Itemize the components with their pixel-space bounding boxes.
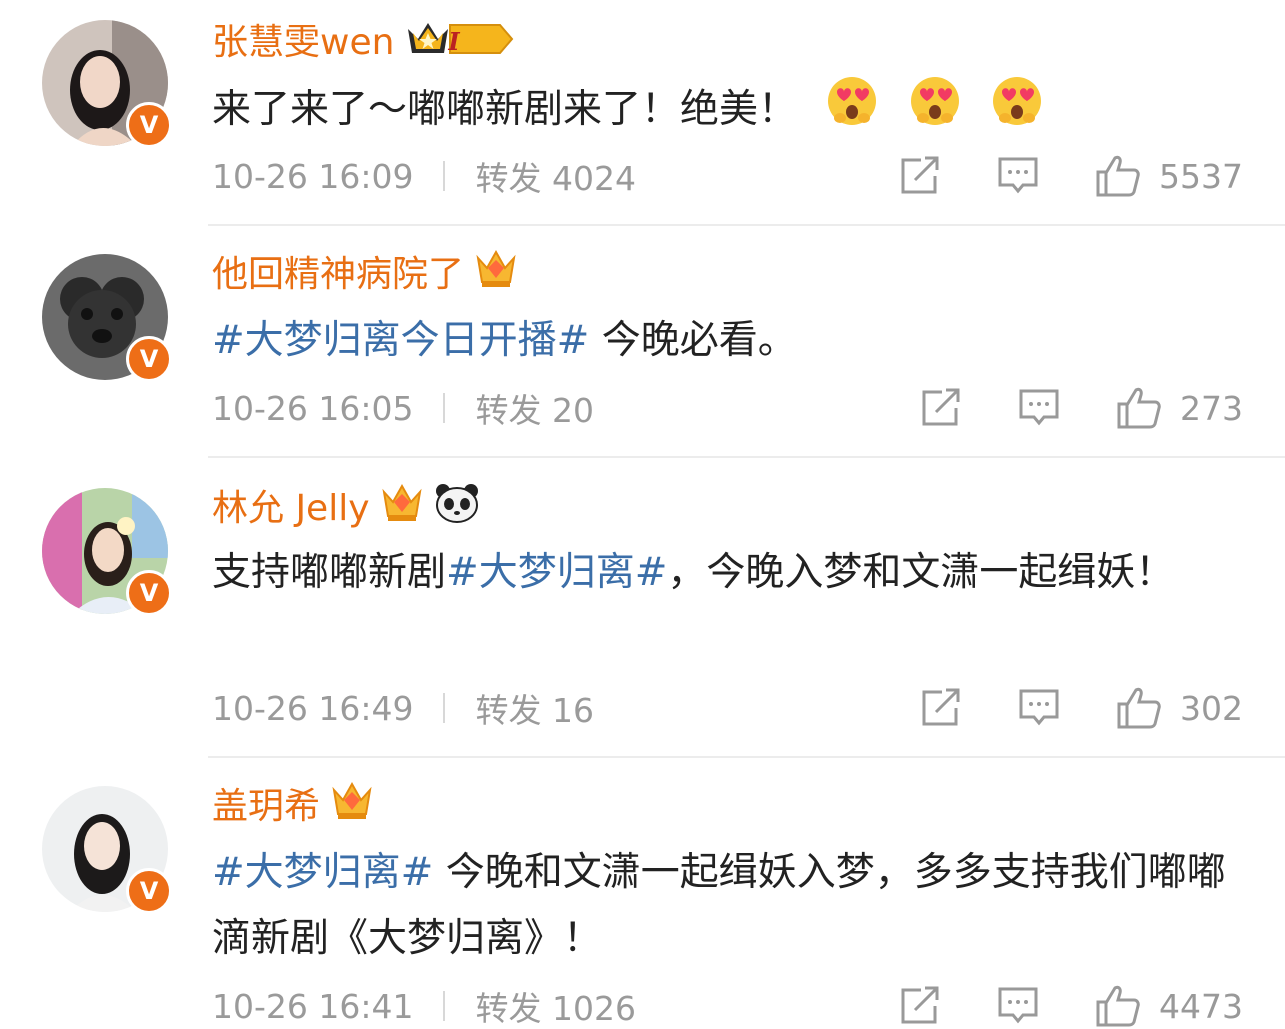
username[interactable]: 盖玥希 bbox=[212, 777, 320, 829]
crown-badge-icon bbox=[404, 15, 516, 63]
username[interactable]: 林允 Jelly bbox=[212, 479, 370, 531]
comment-button[interactable] bbox=[1018, 688, 1060, 728]
comment-meta: 10-26 16:49 转发 16 bbox=[212, 684, 594, 732]
comment-icon bbox=[1019, 689, 1059, 726]
crown-icon bbox=[330, 780, 374, 826]
repost-count[interactable]: 转发 20 bbox=[475, 384, 593, 432]
timestamp: 10-26 16:05 bbox=[212, 388, 414, 428]
divider bbox=[208, 756, 1285, 758]
comment-body: 支持嘟嘟新剧 bbox=[212, 550, 447, 595]
meta-divider bbox=[443, 693, 446, 723]
comment-feed: V 张慧雯wen I 来了来了～嘟嘟新剧来了！绝美！ 10-26 16:09 转… bbox=[0, 0, 1285, 1029]
like-count: 5537 bbox=[1159, 156, 1243, 196]
avatar[interactable]: V bbox=[42, 20, 172, 148]
comment-meta: 10-26 16:41 转发 1026 bbox=[212, 982, 636, 1029]
share-button[interactable] bbox=[899, 156, 941, 196]
hashtag-link[interactable]: #大梦归离今日开播# bbox=[212, 318, 589, 363]
share-icon bbox=[922, 688, 960, 726]
comment-header: 张慧雯wen I bbox=[212, 14, 538, 64]
timestamp: 10-26 16:09 bbox=[212, 156, 414, 196]
verified-badge-icon: V bbox=[126, 336, 172, 382]
crown-icon bbox=[474, 248, 518, 294]
avatar[interactable]: V bbox=[42, 488, 172, 616]
comment-text: 来了来了～嘟嘟新剧来了！绝美！ bbox=[212, 74, 1252, 149]
share-button[interactable] bbox=[899, 986, 941, 1026]
comment-text: 支持嘟嘟新剧#大梦归离#，今晚入梦和文潇一起缉妖！ bbox=[212, 540, 1252, 606]
comment-body: 今晚必看。 bbox=[589, 318, 797, 363]
heart-eyes-emoji-icon bbox=[990, 74, 1044, 149]
level-badge-label: I bbox=[448, 26, 460, 56]
comment-button[interactable] bbox=[997, 986, 1039, 1026]
hashtag-link[interactable]: #大梦归离# bbox=[446, 550, 667, 595]
timestamp: 10-26 16:49 bbox=[212, 688, 414, 728]
comment-icon bbox=[998, 987, 1038, 1024]
verified-badge-icon: V bbox=[126, 868, 172, 914]
divider bbox=[208, 456, 1285, 458]
comment-actions: 302 bbox=[920, 686, 1243, 730]
share-icon bbox=[901, 986, 939, 1024]
comment-body: ，今晚入梦和文潇一起缉妖！ bbox=[667, 550, 1175, 595]
comment-button[interactable] bbox=[997, 156, 1039, 196]
meta-divider bbox=[443, 393, 446, 423]
meta-divider bbox=[443, 991, 446, 1021]
comment-actions: 273 bbox=[920, 386, 1243, 430]
comment-header: 他回精神病院了 bbox=[212, 246, 518, 296]
divider bbox=[208, 224, 1285, 226]
crown-icon bbox=[380, 482, 424, 528]
share-icon bbox=[901, 156, 939, 194]
verified-badge-icon: V bbox=[126, 570, 172, 616]
repost-count[interactable]: 转发 1026 bbox=[475, 982, 635, 1029]
like-count: 302 bbox=[1180, 688, 1243, 728]
like-button[interactable]: 273 bbox=[1116, 386, 1243, 430]
thumbs-up-icon bbox=[1096, 985, 1140, 1027]
meta-divider bbox=[443, 161, 446, 191]
avatar[interactable]: V bbox=[42, 786, 172, 914]
timestamp: 10-26 16:41 bbox=[212, 986, 414, 1026]
thumbs-up-icon bbox=[1117, 387, 1161, 429]
like-button[interactable]: 4473 bbox=[1095, 984, 1243, 1028]
like-button[interactable]: 5537 bbox=[1095, 154, 1243, 198]
thumbs-up-icon bbox=[1117, 687, 1161, 729]
avatar[interactable]: V bbox=[42, 254, 172, 382]
comment-body: 来了来了～嘟嘟新剧来了！绝美！ bbox=[212, 87, 798, 132]
share-icon bbox=[922, 388, 960, 426]
repost-count[interactable]: 转发 16 bbox=[475, 684, 593, 732]
comment-button[interactable] bbox=[1018, 388, 1060, 428]
comment-actions: 4473 bbox=[899, 984, 1243, 1028]
hashtag-link[interactable]: #大梦归离# bbox=[212, 850, 433, 895]
comment-header: 林允 Jelly bbox=[212, 480, 480, 530]
thumbs-up-icon bbox=[1096, 155, 1140, 197]
like-count: 4473 bbox=[1159, 986, 1243, 1026]
share-button[interactable] bbox=[920, 688, 962, 728]
heart-eyes-emoji-icon bbox=[908, 74, 962, 149]
repost-count[interactable]: 转发 4024 bbox=[475, 152, 635, 200]
comment-icon bbox=[998, 157, 1038, 194]
username[interactable]: 张慧雯wen bbox=[212, 13, 394, 65]
comment-icon bbox=[1019, 389, 1059, 426]
like-button[interactable]: 302 bbox=[1116, 686, 1243, 730]
comment-text: #大梦归离# 今晚和文潇一起缉妖入梦，多多支持我们嘟嘟滴新剧《大梦归离》！ bbox=[212, 840, 1252, 972]
like-count: 273 bbox=[1180, 388, 1243, 428]
comment-header: 盖玥希 bbox=[212, 778, 374, 828]
username[interactable]: 他回精神病院了 bbox=[212, 245, 464, 297]
comment-meta: 10-26 16:09 转发 4024 bbox=[212, 152, 636, 200]
comment-text: #大梦归离今日开播# 今晚必看。 bbox=[212, 308, 1252, 374]
comment-actions: 5537 bbox=[899, 154, 1243, 198]
heart-eyes-emoji-icon bbox=[825, 74, 879, 149]
panda-icon bbox=[434, 482, 480, 528]
verified-badge-icon: V bbox=[126, 102, 172, 148]
comment-meta: 10-26 16:05 转发 20 bbox=[212, 384, 594, 432]
share-button[interactable] bbox=[920, 388, 962, 428]
